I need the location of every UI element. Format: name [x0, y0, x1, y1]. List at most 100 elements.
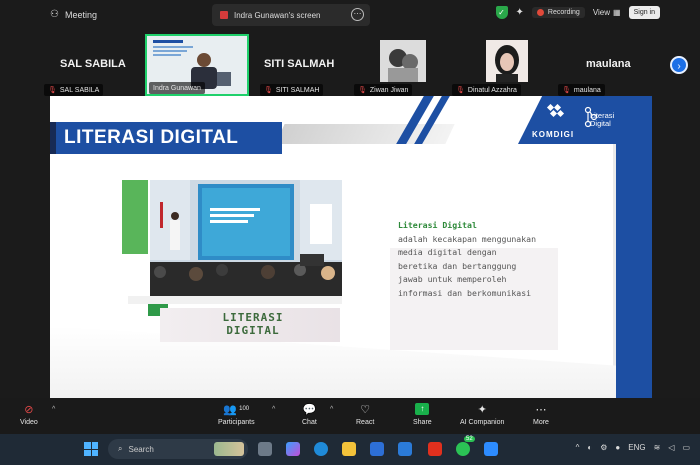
participant-label: 🎙 Dinatul Azzahra: [452, 84, 521, 96]
photo-accent: [122, 180, 148, 254]
volume-icon[interactable]: ◁: [668, 443, 674, 452]
chat-button[interactable]: 💬 Chat: [302, 402, 317, 427]
video-options-caret[interactable]: ^: [52, 406, 55, 413]
description-heading: Literasi Digital: [398, 220, 477, 230]
mic-muted-icon: 🎙: [264, 87, 273, 94]
participant-avatar: [486, 40, 528, 82]
chat-icon: 💬: [302, 403, 317, 416]
shared-slide: KOMDIGI Literasi Digital LITERASI DIGITA…: [50, 96, 652, 398]
description-body: adalah kecakapan menggunakan media digit…: [398, 233, 537, 298]
signin-button[interactable]: Sign in: [628, 6, 660, 19]
komdigi-logo-icon: [546, 104, 565, 118]
participant-label: 🎙 maulana: [558, 84, 605, 96]
participant-avatar: [380, 40, 426, 82]
brand-name: KOMDIGI: [532, 130, 575, 139]
mic-muted-icon: 🎙: [562, 87, 571, 94]
tray-app-icon[interactable]: ◐: [587, 443, 592, 452]
copilot-icon[interactable]: [286, 442, 300, 456]
search-highlight-image: [214, 442, 244, 456]
search-icon: ⌕: [118, 444, 123, 453]
share-button[interactable]: ↑ Share: [413, 402, 432, 426]
whatsapp-icon[interactable]: [456, 442, 470, 456]
share-options-button[interactable]: ⋯: [351, 8, 364, 21]
battery-icon[interactable]: ▭: [682, 443, 690, 452]
react-button[interactable]: ♡ React: [356, 402, 374, 427]
participant-tile[interactable]: maulana 🎙 maulana: [556, 34, 656, 96]
participant-tile[interactable]: SITI SALMAH 🎙 SITI SALMAH: [258, 34, 358, 96]
video-button[interactable]: ⊘ Video: [20, 402, 38, 427]
participants-icon: 👥 100: [223, 403, 250, 416]
participant-label: Indra Gunawan: [149, 82, 205, 94]
language-indicator[interactable]: ENG: [628, 443, 645, 452]
zoom-window: ⚇ Meeting Indra Gunawan's screen ⋯ ✓ ✦ R…: [0, 0, 700, 465]
description-text: Literasi Digital adalah kecakapan menggu…: [398, 219, 538, 300]
youtube-icon[interactable]: [428, 442, 442, 456]
mic-muted-icon: 🎙: [48, 87, 57, 94]
store-icon[interactable]: [370, 442, 384, 456]
meeting-toolbar: ⊘ Video ^ 👥 100 Participants ^ 💬 Chat ^ ♡…: [0, 398, 700, 434]
heart-icon: ♡: [360, 403, 371, 416]
participant-label: 🎙 SAL SABILA: [44, 84, 104, 96]
mic-muted-icon: 🎙: [456, 87, 465, 94]
edge-icon[interactable]: [314, 442, 328, 456]
event-photo-image: [150, 180, 342, 296]
tray-chevron-icon[interactable]: ^: [576, 443, 580, 452]
slide-side-band: [616, 144, 652, 398]
participant-tile[interactable]: 🎙 Ziwan Jiwan: [352, 34, 452, 96]
screen-share-indicator[interactable]: Indra Gunawan's screen ⋯: [212, 4, 370, 26]
photo-caption: LITERASI DIGITAL: [222, 311, 284, 337]
ai-companion-icon: ✦: [477, 403, 487, 416]
top-bar: ⚇ Meeting Indra Gunawan's screen ⋯ ✓ ✦ R…: [0, 0, 700, 30]
meeting-label: Meeting: [64, 9, 97, 20]
view-button[interactable]: View ▦: [593, 8, 621, 17]
participant-strip: SAL SABILA 🎙 SAL SABILA Indra Gunawan SI…: [0, 34, 700, 96]
top-right-controls: ✓ ✦ Recording View ▦ Sign in: [495, 6, 660, 19]
participant-tile[interactable]: 🎙 Dinatul Azzahra: [452, 34, 556, 96]
participants-options-caret[interactable]: ^: [272, 406, 275, 413]
more-button[interactable]: ⋯ More: [533, 402, 549, 427]
participant-display-name: SITI SALMAH: [264, 58, 335, 70]
event-photo: [150, 180, 342, 296]
video-off-icon: ⊘: [24, 403, 34, 416]
windows-start-icon[interactable]: [84, 442, 98, 456]
tray-app-icon[interactable]: ●: [615, 443, 620, 452]
literasi-digital-logo-text: Literasi Digital: [590, 111, 615, 128]
participant-display-name: SAL SABILA: [60, 58, 126, 70]
meeting-info[interactable]: ⚇ Meeting: [50, 9, 97, 20]
photo-shadow: [128, 296, 342, 304]
ai-companion-button[interactable]: ✦ AI Companion: [460, 402, 504, 427]
zoom-logo-icon: ⚇: [50, 9, 59, 20]
windows-taskbar: ⌕ Search 52 ^ ◐ ⚙ ● ENG ≋ ◁ ▭: [0, 434, 700, 465]
chat-options-caret[interactable]: ^: [330, 406, 333, 413]
slide-title-box: LITERASI DIGITAL: [50, 122, 282, 154]
recording-indicator[interactable]: Recording: [531, 7, 585, 18]
system-tray: ^ ◐ ⚙ ● ENG ≋ ◁ ▭: [576, 443, 690, 452]
view-label: View: [592, 8, 611, 17]
sparkle-icon[interactable]: ✦: [516, 7, 524, 18]
participants-button[interactable]: 👥 100 Participants: [218, 402, 255, 427]
taskbar-search[interactable]: ⌕ Search: [108, 439, 248, 459]
share-label: Indra Gunawan's screen: [234, 10, 321, 20]
recording-dot-icon: [536, 9, 544, 16]
vscode-icon[interactable]: [398, 442, 412, 456]
active-speaker-tile[interactable]: Indra Gunawan: [145, 34, 249, 96]
security-shield-icon[interactable]: ✓: [495, 6, 508, 19]
mic-muted-icon: 🎙: [358, 87, 367, 94]
more-icon: ⋯: [535, 403, 547, 416]
slide-title: LITERASI DIGITAL: [64, 127, 239, 148]
share-screen-icon: ↑: [415, 402, 430, 416]
participant-label: 🎙 SITI SALMAH: [260, 84, 324, 96]
tray-app-icon[interactable]: ⚙: [600, 443, 607, 452]
task-view-icon[interactable]: [258, 442, 272, 456]
view-grid-icon: ▦: [613, 8, 621, 17]
recording-label: Recording: [547, 9, 580, 16]
zoom-taskbar-icon[interactable]: [484, 442, 498, 456]
file-explorer-icon[interactable]: [342, 442, 356, 456]
whatsapp-badge: 52: [464, 436, 475, 442]
share-icon: [220, 11, 228, 19]
next-page-button[interactable]: ›: [670, 56, 688, 74]
wifi-icon[interactable]: ≋: [654, 443, 661, 452]
participant-display-name: maulana: [586, 58, 631, 70]
participant-label: 🎙 Ziwan Jiwan: [354, 84, 413, 96]
participant-tile[interactable]: SAL SABILA 🎙 SAL SABILA: [40, 34, 140, 96]
